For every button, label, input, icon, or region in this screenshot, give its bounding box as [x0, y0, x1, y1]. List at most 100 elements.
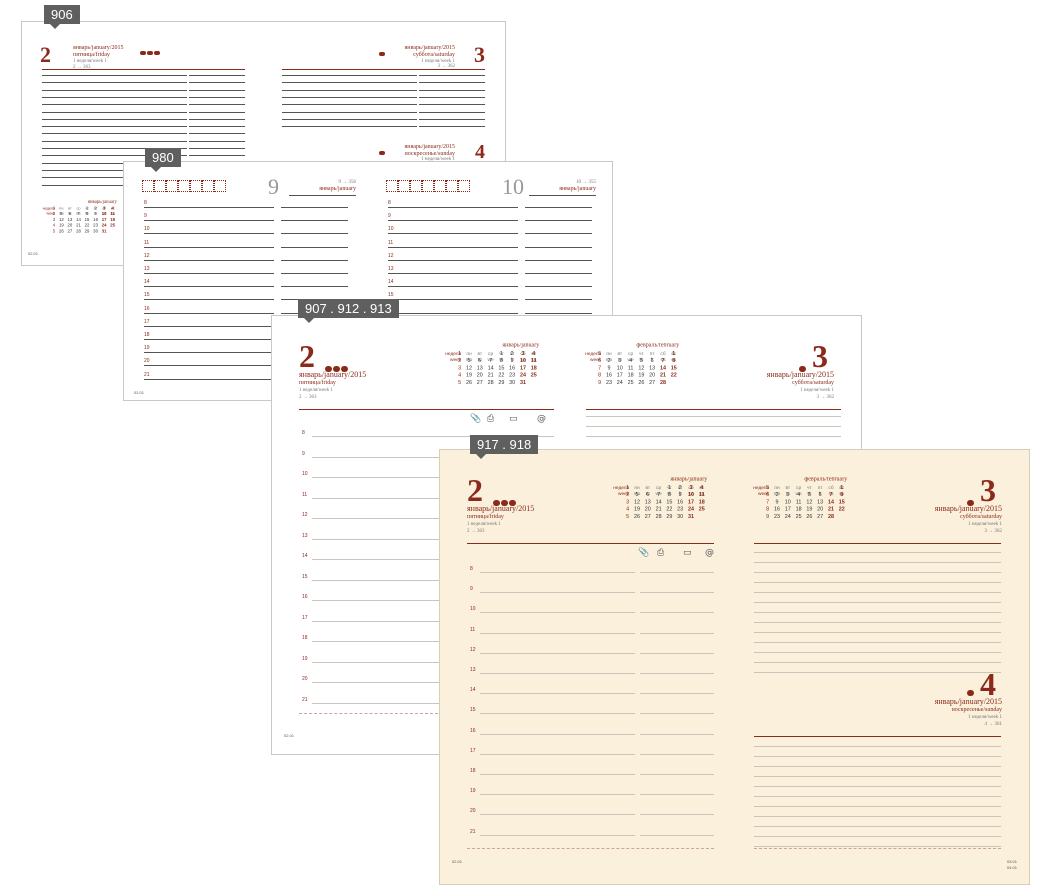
- ruled-line: [525, 299, 592, 301]
- calendar-day: 11: [530, 357, 537, 364]
- ruled-line: [144, 273, 274, 274]
- ruled-line: [480, 673, 635, 674]
- page-footer-date: 02.01: [284, 733, 295, 738]
- week-label: 1 неделя/week 1: [467, 522, 501, 527]
- calendar-day: 2: [607, 357, 611, 364]
- calendar-day: 10: [519, 357, 526, 364]
- calendar-day: 27: [817, 513, 824, 519]
- calendar-day: [815, 484, 826, 491]
- calendar-day: [653, 484, 664, 491]
- weekday-box: [202, 180, 214, 192]
- week-label: 1 неделя/week 1: [800, 388, 834, 393]
- mini-calendar-february: февраль/february неделя пн вт ср чт пт сб вс week…: [582, 343, 679, 386]
- calendar-day: 11: [698, 491, 705, 498]
- calendar-day: 3: [521, 350, 525, 357]
- ruled-line: [388, 233, 518, 235]
- days-left-label: 4 → 361: [984, 722, 1003, 727]
- hour-label: 19: [144, 345, 150, 352]
- calendar-day: 28: [659, 379, 666, 385]
- ruled-line: [144, 378, 274, 380]
- ruled-line: [42, 104, 187, 106]
- ruled-line: [42, 82, 187, 84]
- weekday-label: суббота/saturday: [960, 514, 1002, 520]
- calendar-day: [625, 350, 636, 357]
- ruled-line: [42, 75, 187, 76]
- mini-calendar-january: январь/january неделя пн вт ср чт пт сб вс week mo…: [610, 477, 707, 520]
- hour-label: 8: [388, 200, 391, 206]
- hour-label: 10: [470, 606, 476, 613]
- ruled-line: [754, 776, 1001, 777]
- printer-icon: ⎙: [487, 414, 495, 424]
- ruled-line: [144, 220, 274, 222]
- hour-label: 9: [470, 586, 473, 593]
- calendar-day: 7: [489, 357, 493, 364]
- ruled-line: [754, 672, 1001, 673]
- ruled-line: [754, 766, 1001, 767]
- calendar-day: 9: [607, 364, 611, 371]
- month-label: январь/january/2015: [467, 504, 535, 513]
- ruled-line: [189, 126, 245, 128]
- ruled-line: [480, 794, 635, 796]
- paperclip-icon: 📎: [638, 548, 650, 558]
- hour-label: 14: [388, 279, 394, 286]
- hour-label: 17: [302, 614, 308, 621]
- ruled-line: [144, 365, 274, 367]
- ruled-line: [640, 713, 714, 715]
- calendar-day: 26: [465, 379, 472, 385]
- calendar-day: [696, 513, 707, 520]
- calendar-day: 16: [773, 505, 780, 512]
- hour-label: 13: [302, 532, 308, 539]
- ruled-line: [480, 632, 635, 634]
- day-number-3: 3: [812, 338, 828, 374]
- ruled-line: [480, 592, 635, 594]
- calendar-day: 10: [687, 491, 694, 498]
- card-icon: ▭: [683, 548, 692, 558]
- calendar-day: 20: [644, 505, 651, 512]
- hour-label: 21: [470, 828, 476, 835]
- hour-label: 11: [302, 491, 308, 498]
- weekday-box: [178, 180, 190, 192]
- ruled-line: [281, 246, 348, 248]
- ruled-line: [480, 834, 635, 836]
- ruled-line: [144, 246, 274, 248]
- ruled-line: [419, 104, 485, 106]
- calendar-day: 22: [498, 371, 505, 378]
- calendar-day: 25: [698, 505, 705, 512]
- ruled-line: [586, 436, 841, 437]
- calendar-day: 16: [677, 498, 684, 505]
- calendar-day: [614, 350, 625, 357]
- hour-label: 20: [470, 808, 476, 815]
- ruled-line: [189, 111, 245, 113]
- calendar-day: 26: [58, 228, 64, 234]
- calendar-day: 2: [775, 491, 779, 498]
- calendar-day: 29: [84, 228, 90, 234]
- calendar-day: 30: [509, 379, 516, 385]
- day-number-3: 3: [980, 472, 996, 508]
- ruled-line: [525, 259, 592, 261]
- ruled-line: [754, 806, 1001, 807]
- ruled-line: [754, 632, 1001, 633]
- calendar-day: 31: [519, 379, 526, 385]
- ruled-line: [640, 753, 714, 755]
- calendar-title: январь/january: [502, 343, 540, 349]
- calendar-day: [658, 350, 669, 357]
- calendar-day: 12: [465, 364, 472, 371]
- ruled-line: [144, 312, 274, 314]
- hour-label: 9: [302, 450, 305, 457]
- at-icon: @: [537, 414, 546, 424]
- ruled-line: [754, 572, 1001, 573]
- ruled-line: [419, 75, 485, 76]
- calendar-day: 31: [101, 228, 107, 234]
- ruled-line: [586, 416, 841, 417]
- calendar-day: 21: [487, 371, 494, 378]
- calendar-day: 27: [644, 513, 651, 519]
- calendar-day: 31: [687, 513, 694, 519]
- week-number: 6: [598, 357, 602, 364]
- days-left-label: 2 → 363: [299, 395, 317, 400]
- ruled-line: [42, 133, 187, 135]
- calendar-day: 8: [840, 491, 844, 498]
- calendar-day: 17: [616, 371, 623, 378]
- weekday-box: [422, 180, 434, 192]
- page-footer-date: 03.01: [1006, 859, 1017, 864]
- calendar-day: 20: [817, 505, 824, 512]
